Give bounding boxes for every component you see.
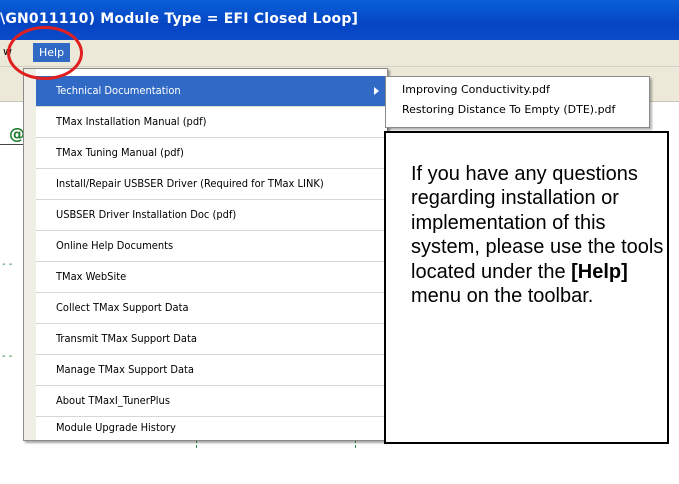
help-callout-box: If you have any questions regarding inst…	[384, 131, 669, 444]
callout-text-after: menu on the toolbar.	[411, 285, 594, 308]
technical-documentation-submenu: Improving Conductivity.pdf Restoring Dis…	[385, 76, 650, 128]
menu-item-upgrade-history[interactable]: Module Upgrade History	[36, 417, 387, 439]
menu-item-install-usbser-driver[interactable]: Install/Repair USBSER Driver (Required f…	[36, 169, 387, 199]
submenu-item-improving-conductivity[interactable]: Improving Conductivity.pdf	[386, 83, 649, 96]
menu-item-label: Technical Documentation	[56, 84, 181, 97]
callout-bold-help: [Help]	[571, 260, 628, 283]
menu-item-about[interactable]: About TMaxI_TunerPlus	[36, 386, 387, 416]
annotation-circle	[7, 26, 83, 80]
menu-item-installation-manual[interactable]: TMax Installation Manual (pdf)	[36, 107, 387, 137]
title-bar: \GN011110) Module Type = EFI Closed Loop…	[0, 0, 679, 40]
menu-item-online-help[interactable]: Online Help Documents	[36, 231, 387, 261]
chart-axis-line	[0, 144, 24, 145]
menu-item-collect-support-data[interactable]: Collect TMax Support Data	[36, 293, 387, 323]
menu-item-manage-support-data[interactable]: Manage TMax Support Data	[36, 355, 387, 385]
menu-item-website[interactable]: TMax WebSite	[36, 262, 387, 292]
menu-bar: w Help	[0, 40, 679, 67]
submenu-item-restoring-dte[interactable]: Restoring Distance To Empty (DTE).pdf	[386, 103, 649, 116]
menu-gutter	[24, 69, 36, 440]
chart-tick: - -	[2, 351, 13, 362]
menu-item-technical-documentation[interactable]: Technical Documentation	[36, 76, 387, 106]
window-title: \GN011110) Module Type = EFI Closed Loop…	[0, 11, 359, 27]
chart-tick: - -	[2, 259, 13, 270]
menu-item-transmit-support-data[interactable]: Transmit TMax Support Data	[36, 324, 387, 354]
help-dropdown-menu: Technical Documentation TMax Installatio…	[23, 68, 388, 441]
menu-item-tuning-manual[interactable]: TMax Tuning Manual (pdf)	[36, 138, 387, 168]
submenu-arrow-icon	[374, 87, 379, 95]
menu-item-usbser-doc[interactable]: USBSER Driver Installation Doc (pdf)	[36, 200, 387, 230]
callout-text: If you have any questions regarding inst…	[411, 162, 666, 308]
